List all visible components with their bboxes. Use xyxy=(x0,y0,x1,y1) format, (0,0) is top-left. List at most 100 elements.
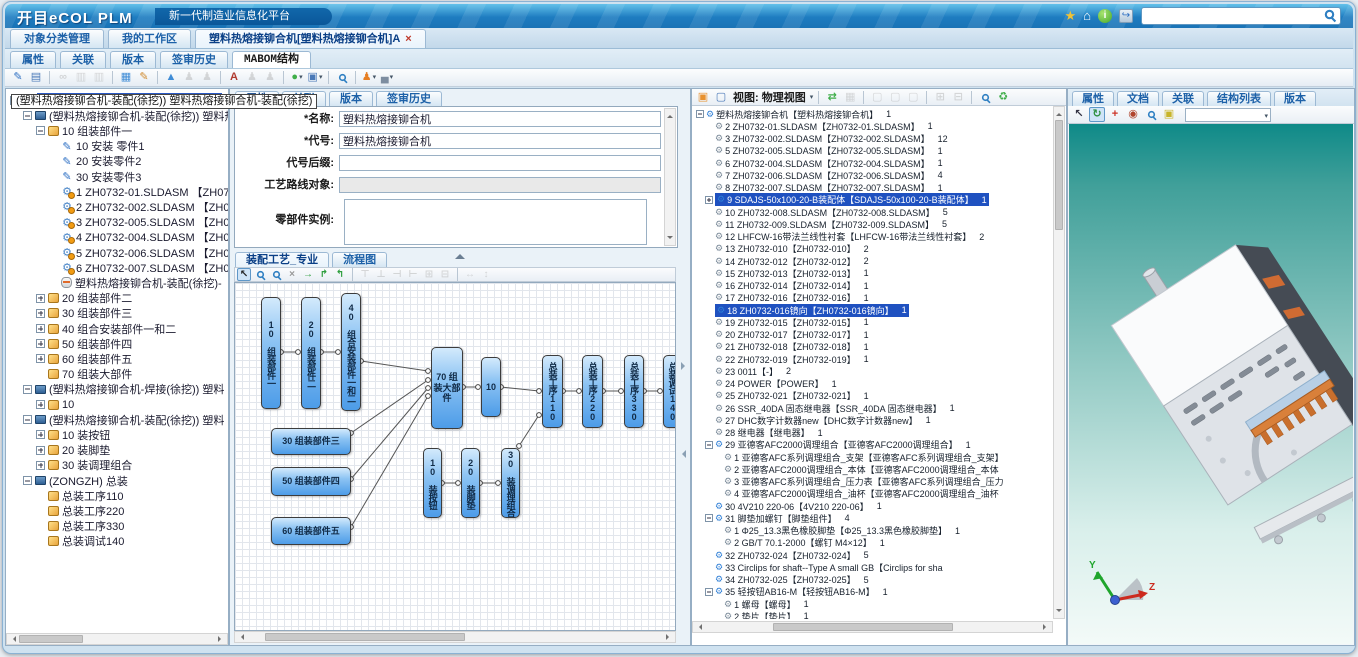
align-right-icon[interactable]: ⊢ xyxy=(406,268,420,281)
view-mode-combobox[interactable]: ▾ xyxy=(1185,108,1271,122)
left-tree-row[interactable]: 总装调试140 xyxy=(36,534,124,549)
structure-tree-row[interactable]: ⚙9 SDAJS-50x100-20-B装配体【SDAJS-50x100-20-… xyxy=(705,194,989,206)
scroll-up-icon[interactable] xyxy=(1056,110,1062,116)
structure-tree-row[interactable]: ⚙14 ZH0732-012【ZH0732-012】2 xyxy=(705,255,869,267)
structure-tree-row[interactable]: ⚙1 Φ25_13.3黑色橡胶脚垫【Φ25_13.3黑色橡胶脚垫】1 xyxy=(714,525,960,537)
structure-tree-row[interactable]: ⚙11 ZH0732-009.SLDASM【ZH0732-009.SLDASM】… xyxy=(705,218,947,230)
delete-icon[interactable]: × xyxy=(285,268,299,281)
structure-tree-row[interactable]: ⚙19 ZH0732-015【ZH0732-015】1 xyxy=(705,316,869,328)
scroll-left-icon[interactable] xyxy=(238,634,244,640)
view-selector-label[interactable]: 视图: 物理视图 xyxy=(733,89,806,105)
left-tree-row[interactable]: 10 组装部件一 xyxy=(36,123,132,138)
left-tree-row[interactable]: 塑料热熔接铆合机-装配(徐挖)- xyxy=(49,275,222,290)
flowtab-assembly-process[interactable]: 装配工艺_专业 xyxy=(235,252,329,267)
flow-node-h30[interactable]: 30 组装部件三 xyxy=(271,428,351,455)
assign-team-icon[interactable]: ♟ xyxy=(199,70,215,85)
subtab-mabom-structure[interactable]: MABOM结构 xyxy=(232,51,311,68)
left-tree-row[interactable]: (ZONGZH) 总装 xyxy=(23,473,128,488)
flow-node-h50[interactable]: 50 组装部件四 xyxy=(271,467,351,496)
flow-node-z140[interactable]: 总装调试140 xyxy=(663,355,676,428)
exit-icon[interactable]: ↪ xyxy=(1119,9,1133,23)
sync-icon[interactable]: ▦ xyxy=(842,90,858,105)
left-tree-row[interactable]: ⚙6 ZH0732-007.SLDASM 【ZH07 xyxy=(49,260,228,275)
left-tree-row[interactable]: 50 组装部件四 xyxy=(36,336,132,351)
structure-tree-row[interactable]: ⚙32 ZH0732-024【ZH0732-024】5 xyxy=(705,549,869,561)
left-tree-row[interactable]: 10 xyxy=(36,397,74,412)
curve-up-icon[interactable]: ↱ xyxy=(317,268,331,281)
tree-expander-icon[interactable] xyxy=(36,126,45,135)
align-left-icon[interactable]: ⊣ xyxy=(390,268,404,281)
tree-expander-icon[interactable] xyxy=(705,514,713,522)
users-icon[interactable]: ♟ xyxy=(262,70,278,85)
flow-node-b10[interactable]: 10 装按钮 xyxy=(423,448,442,518)
scroll-up-icon[interactable] xyxy=(667,112,673,118)
tree-expander-icon[interactable] xyxy=(23,111,32,120)
select-cursor-icon[interactable]: ↖ xyxy=(1071,107,1087,122)
database-icon[interactable]: ▄▾ xyxy=(379,70,395,85)
tree-expander-icon[interactable] xyxy=(36,354,45,363)
scroll-left-icon[interactable] xyxy=(696,624,702,630)
tree-expander-icon[interactable] xyxy=(23,385,32,394)
tree-expander-icon[interactable] xyxy=(36,446,45,455)
search-icon[interactable] xyxy=(334,70,350,85)
left-tree-row[interactable]: 70 组装大部件 xyxy=(36,367,132,382)
structure-tree-row[interactable]: ⚙25 ZH0732-021【ZH0732-021】1 xyxy=(705,390,869,402)
structure-tree-row[interactable]: ⚙16 ZH0732-014【ZH0732-014】1 xyxy=(705,280,869,292)
part-instance-field[interactable] xyxy=(344,199,647,245)
structure-tree-row[interactable]: ⚙12 LHFCW-16带法兰线性衬套【LHFCW-16带法兰线性衬套】2 xyxy=(705,231,984,243)
rotate-icon[interactable]: ↻ xyxy=(1089,107,1105,122)
structure-tree-row[interactable]: ⚙30 4V210 220-06【4V210 220-06】1 xyxy=(705,500,882,512)
structure-tree-row[interactable]: ⚙21 ZH0732-018【ZH0732-018】1 xyxy=(705,341,869,353)
tree-expander-icon[interactable] xyxy=(36,294,45,303)
tab-document[interactable]: 塑料热熔接铆合机[塑料热熔接铆合机]A× xyxy=(195,29,426,48)
structure-tree-row[interactable]: ⚙2 GB/T 70.1-2000【螺钉 M4×12】1 xyxy=(714,537,885,549)
measure-icon[interactable]: ◉ xyxy=(1125,107,1141,122)
flow-node-n1[interactable]: 10 组装部件一 xyxy=(261,297,281,409)
flowtab-flow-diagram[interactable]: 流程图 xyxy=(332,252,387,267)
left-tree-row[interactable]: 总装工序330 xyxy=(36,519,124,534)
structure-tree-row[interactable]: ⚙20 ZH0732-017【ZH0732-017】1 xyxy=(705,329,869,341)
refresh-icon[interactable]: ♻ xyxy=(995,90,1011,105)
flow-node-z220[interactable]: 总装工序220 xyxy=(582,355,603,428)
dropdown-arrow-icon[interactable]: ▾ xyxy=(299,70,303,85)
tree-expander-icon[interactable] xyxy=(696,110,704,118)
structure-tree-row[interactable]: ⚙29 亚德客AFC2000调理组合【亚德客AFC2000调理组合】1 xyxy=(705,439,971,451)
left-tree-row[interactable]: 20 组装部件二 xyxy=(36,291,132,306)
structure-tree-row[interactable]: ⚙23 0011【-】2 xyxy=(705,365,791,377)
select-cursor-icon[interactable]: ↖ xyxy=(237,268,251,281)
rtab-structure-list[interactable]: 结构列表 xyxy=(1207,91,1271,106)
fit-width-icon[interactable]: ↔ xyxy=(463,268,477,281)
favorites-star-icon[interactable]: ★ xyxy=(1064,8,1076,23)
flow-node-z110[interactable]: 总装工序110 xyxy=(542,355,563,428)
structure-tree-row[interactable]: ⚙1 螺母【螺母】1 xyxy=(714,598,809,610)
tree-expander-icon[interactable] xyxy=(705,441,713,449)
code-suffix-field[interactable] xyxy=(339,155,661,171)
flow-node-n2[interactable]: 20 组装部件二 xyxy=(301,297,321,409)
structure-tree-row[interactable]: ⚙33 Circlips for shaft--Type A small GB【… xyxy=(705,561,943,573)
subtab-relations[interactable]: 关联 xyxy=(60,51,106,68)
structure-tree-row[interactable]: ⚙7 ZH0732-006.SLDASM【ZH0732-006.SLDASM】4 xyxy=(705,169,943,181)
left-tree-row[interactable]: 40 组合安装部件一和二 xyxy=(36,321,176,336)
tree-expander-icon[interactable] xyxy=(23,476,32,485)
compare-icon[interactable]: ⇄ xyxy=(824,90,840,105)
link-icon[interactable]: ∞ xyxy=(55,70,71,85)
structure-tree-row[interactable]: ⚙28 继电器【继电器】1 xyxy=(705,427,823,439)
left-tree-row[interactable]: (塑料热熔接铆合机-焊接(徐挖)) 塑料 xyxy=(23,382,224,397)
scrollbar-thumb[interactable] xyxy=(265,633,465,641)
middle-splitter[interactable] xyxy=(680,282,690,643)
rtab-relations[interactable]: 关联 xyxy=(1162,91,1204,106)
rtab-documents[interactable]: 文档 xyxy=(1117,91,1159,106)
flow-node-h60[interactable]: 60 组装部件五 xyxy=(271,517,351,545)
left-tree-row[interactable]: (塑料热熔接铆合机-装配(徐挖)) 塑料热 xyxy=(23,108,228,123)
flowchart-horizontal-scrollbar[interactable] xyxy=(234,631,676,643)
structure-tree-row[interactable]: ⚙24 POWER【POWER】1 xyxy=(705,378,837,390)
structure-tree-row[interactable]: ⚙2 垫片【垫片】1 xyxy=(714,610,809,619)
tree-expander-icon[interactable] xyxy=(36,400,45,409)
left-tree-row[interactable]: ⚙3 ZH0732-005.SLDASM 【ZH07 xyxy=(49,215,228,230)
search-input[interactable] xyxy=(1145,9,1320,23)
tree-expander-icon[interactable] xyxy=(36,461,45,470)
view-folder-icon[interactable]: ▣ xyxy=(695,90,711,105)
structure-tree-row[interactable]: ⚙10 ZH0732-008.SLDASM【ZH0732-008.SLDASM】… xyxy=(705,206,948,218)
left-tree-row[interactable]: ⚙4 ZH0732-004.SLDASM 【ZH07 xyxy=(49,230,228,245)
structure-tree-row[interactable]: ⚙17 ZH0732-016【ZH0732-016】1 xyxy=(705,292,869,304)
